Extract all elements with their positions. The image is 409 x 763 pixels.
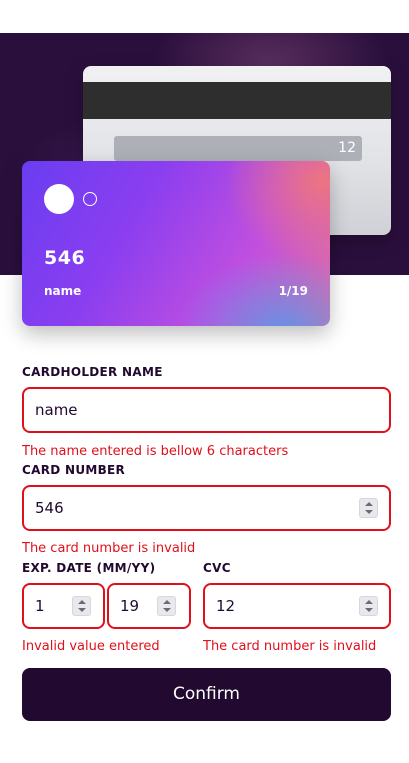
cardholder-name-input[interactable]: name bbox=[22, 387, 391, 433]
card-number-stepper[interactable] bbox=[359, 498, 378, 518]
card-front: 546 name 1/19 bbox=[22, 161, 330, 326]
card-number-error: The card number is invalid bbox=[22, 541, 196, 556]
cvc-stepper[interactable] bbox=[359, 596, 378, 616]
card-number-value: 546 bbox=[35, 499, 64, 517]
card-front-number: 546 bbox=[44, 247, 86, 269]
exp-year-input[interactable]: 19 bbox=[107, 583, 191, 629]
cardholder-name-value: name bbox=[35, 401, 78, 419]
magnetic-stripe bbox=[83, 82, 391, 119]
exp-month-value: 1 bbox=[35, 597, 45, 615]
exp-date-error: Invalid value entered bbox=[22, 639, 160, 654]
cardholder-name-error: The name entered is bellow 6 characters bbox=[22, 444, 289, 459]
cardholder-name-label: CARDHOLDER NAME bbox=[22, 365, 163, 379]
card-number-input[interactable]: 546 bbox=[22, 485, 391, 531]
card-number-label: CARD NUMBER bbox=[22, 463, 126, 477]
card-front-expiry: 1/19 bbox=[278, 284, 308, 298]
cvc-error: The card number is invalid bbox=[203, 639, 377, 654]
card-front-holder: name bbox=[44, 284, 82, 298]
exp-year-value: 19 bbox=[120, 597, 140, 615]
cvc-value: 12 bbox=[216, 597, 236, 615]
cvc-input[interactable]: 12 bbox=[203, 583, 391, 629]
card-logo-ring-icon bbox=[83, 192, 97, 206]
confirm-button[interactable]: Confirm bbox=[22, 668, 391, 721]
card-logo-circle-icon bbox=[44, 184, 74, 214]
exp-month-stepper[interactable] bbox=[72, 596, 91, 616]
exp-date-label: EXP. DATE (MM/YY) bbox=[22, 561, 156, 575]
exp-month-input[interactable]: 1 bbox=[22, 583, 105, 629]
exp-year-stepper[interactable] bbox=[157, 596, 176, 616]
cvc-label: CVC bbox=[203, 561, 231, 575]
card-back-cvc: 12 bbox=[114, 136, 362, 161]
